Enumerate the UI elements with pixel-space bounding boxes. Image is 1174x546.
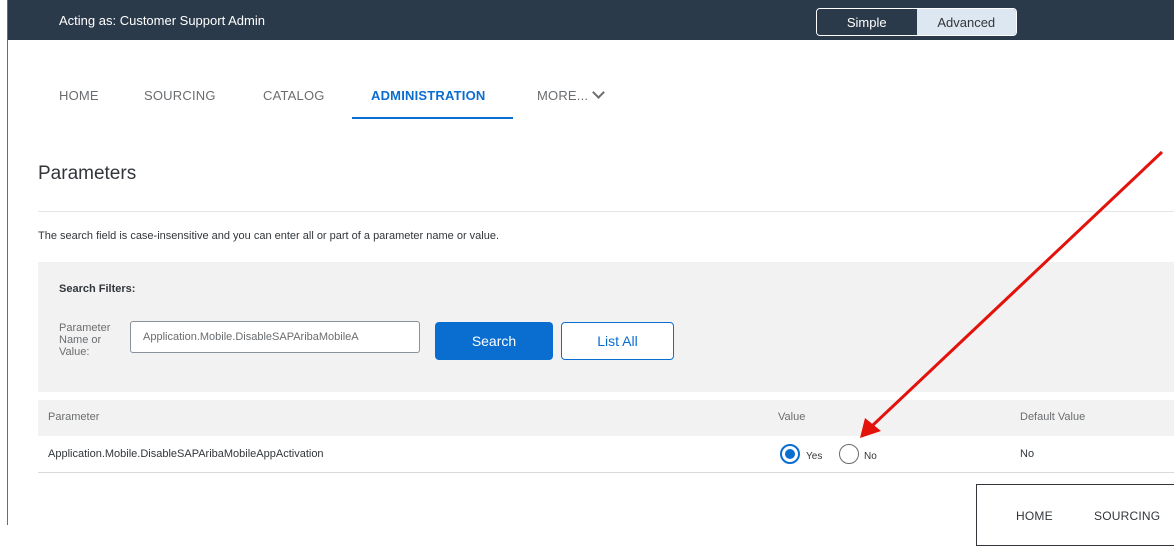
value-no-radio[interactable] [839,444,859,464]
table-header: Parameter Value Default Value [38,400,1174,436]
inset-nav-home: HOME [1016,509,1053,523]
mode-toggle: Simple Advanced [816,8,1017,36]
app-frame: Acting as: Customer Support Admin Simple… [7,0,1174,546]
column-header-default-value[interactable]: Default Value [1020,411,1085,423]
nav-item-home[interactable]: HOME [59,88,99,103]
search-button[interactable]: Search [435,322,553,360]
search-help-text: The search field is case-insensitive and… [38,230,500,242]
nav-item-catalog[interactable]: CATALOG [263,88,325,103]
search-filters-title: Search Filters: [59,283,136,295]
main-nav: HOME SOURCING CATALOG ADMINISTRATION MOR… [8,82,708,122]
title-divider [38,211,1174,212]
page-title: Parameters [38,163,137,184]
search-filters-panel: Search Filters: Parameter Name or Value:… [38,262,1174,392]
simple-mode-button[interactable]: Simple [817,9,917,35]
acting-as-label: Acting as: Customer Support Admin [59,13,265,28]
parameter-name-cell: Application.Mobile.DisableSAPAribaMobile… [48,448,324,460]
column-header-value[interactable]: Value [778,411,805,423]
column-header-parameter[interactable]: Parameter [48,411,99,423]
value-no-label: No [864,451,877,462]
active-tab-indicator [352,117,513,119]
advanced-mode-button[interactable]: Advanced [916,9,1016,35]
parameter-search-input[interactable] [130,321,420,353]
default-value-cell: No [1020,448,1035,460]
table-row: Application.Mobile.DisableSAPAribaMobile… [38,436,1174,473]
chevron-down-icon [592,86,606,99]
nav-item-more[interactable]: MORE... [537,86,606,103]
value-yes-label: Yes [806,451,823,462]
nav-item-more-label: MORE... [537,88,589,103]
top-bar: Acting as: Customer Support Admin Simple… [8,0,1174,40]
value-yes-radio[interactable] [780,444,800,464]
inset-screenshot: HOME SOURCING [976,484,1174,546]
inset-nav-sourcing: SOURCING [1094,509,1161,523]
list-all-button[interactable]: List All [561,322,674,360]
nav-item-administration[interactable]: ADMINISTRATION [371,88,486,103]
parameter-field-label: Parameter Name or Value: [59,322,111,358]
nav-item-sourcing[interactable]: SOURCING [144,88,216,103]
